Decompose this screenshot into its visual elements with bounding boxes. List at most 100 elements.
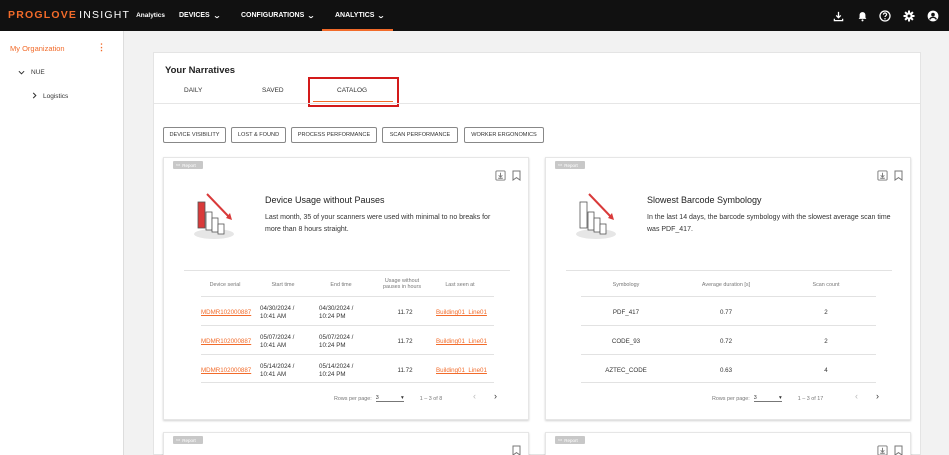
tree-item-label: Logistics	[43, 93, 69, 100]
barcode-symbology-illustration	[576, 193, 616, 239]
rows-per-page-label: Rows per page:	[712, 395, 750, 402]
table-cell: 0.63	[719, 367, 733, 374]
filter-chip-scan-performance[interactable]: SCAN PERFORMANCE	[382, 127, 458, 143]
filter-chip-process-performance[interactable]: PROCESS PERFORMANCE	[291, 127, 377, 143]
chevron-down-icon: ⌄	[212, 12, 221, 20]
table-cell: 05/07/2024 / 10:24 PM	[319, 334, 354, 349]
nav-analytics[interactable]: ANALYTICS ⌄	[335, 0, 385, 31]
narratives-panel: Your Narratives DAILY SAVED CATALOG DEVI…	[153, 52, 921, 455]
nav-analytics-label: ANALYTICS	[335, 12, 375, 19]
device-serial-link[interactable]: MDMR102000887	[201, 309, 251, 317]
column-header: Start time	[271, 282, 295, 288]
bookmark-icon[interactable]	[893, 170, 904, 181]
report-badge: ▭ Report	[555, 161, 585, 169]
narrative-card: ▭ Report	[545, 432, 911, 455]
card-title: Device Usage without Pauses	[265, 195, 385, 205]
download-icon[interactable]	[831, 9, 845, 23]
bell-icon[interactable]	[855, 9, 869, 23]
narrative-card: ▭ Report	[163, 432, 529, 455]
filter-chip-lost-found[interactable]: LOST & FOUND	[231, 127, 286, 143]
rows-per-page-select[interactable]: 3 ▾	[375, 395, 404, 402]
table-cell: CODE_93	[611, 338, 641, 345]
filter-chip-device-visibility[interactable]: DEVICE VISIBILITY	[163, 127, 226, 143]
narrative-card-device-usage: ▭ Report Device Usage without Pauses Last…	[163, 157, 529, 420]
tree-item-nue[interactable]: NUE	[18, 68, 45, 77]
help-icon[interactable]	[878, 9, 892, 23]
pagination: Rows per page: 3 ▾ 1 – 3 of 8	[334, 395, 442, 402]
download-icon[interactable]	[877, 445, 888, 455]
card-description: Last month, 35 of your scanners were use…	[265, 214, 491, 233]
bookmark-icon[interactable]	[511, 445, 522, 455]
filter-chip-worker-ergonomics[interactable]: WORKER ERGONOMICS	[464, 127, 544, 143]
gear-icon[interactable]	[902, 9, 916, 23]
table-cell: 05/07/2024 / 10:41 AM	[260, 334, 295, 349]
dropdown-arrow-icon: ▾	[779, 395, 782, 401]
pagination-range: 1 – 3 of 8	[419, 395, 443, 402]
column-header: Scan count	[812, 282, 840, 288]
table-cell: 2	[824, 309, 828, 316]
organization-link[interactable]: My Organization	[10, 44, 65, 53]
location-link[interactable]: Building01_Line01	[436, 309, 487, 317]
column-header: Last seen at	[445, 282, 475, 288]
location-link[interactable]: Building01_Line01	[436, 367, 487, 375]
tree-item-label: NUE	[31, 69, 45, 76]
rows-per-page-select[interactable]: 3 ▾	[753, 395, 782, 402]
pagination: Rows per page: 3 ▾ 1 – 3 of 17	[712, 395, 823, 402]
account-icon[interactable]	[926, 9, 940, 23]
table-cell: AZTEC_CODE	[605, 367, 647, 374]
report-badge: ▭ Report	[173, 161, 203, 169]
table-divider	[201, 325, 494, 326]
table-cell: PDF_417	[612, 309, 640, 316]
download-icon[interactable]	[495, 170, 506, 181]
table-cell: 2	[824, 338, 828, 345]
chevron-down-icon	[18, 68, 25, 77]
column-header: End time	[330, 282, 352, 288]
nav-devices[interactable]: DEVICES ⌄	[179, 0, 221, 31]
report-badge-label: Report	[182, 162, 196, 168]
table-divider	[201, 354, 494, 355]
report-badge-label: Report	[564, 437, 578, 443]
table-cell: 11.72	[397, 338, 413, 345]
location-link[interactable]: Building01_Line01	[436, 338, 487, 346]
device-serial-link[interactable]: MDMR102000887	[201, 338, 251, 346]
tab-daily[interactable]: DAILY	[184, 87, 202, 94]
nav-devices-label: DEVICES	[179, 12, 210, 19]
table-cell: 4	[824, 367, 828, 374]
card-description: In the last 14 days, the barcode symbolo…	[647, 214, 891, 233]
table-cell: 11.72	[397, 309, 413, 316]
table-cell: 04/30/2024 / 10:24 PM	[319, 305, 354, 320]
bookmark-icon[interactable]	[893, 445, 904, 455]
more-vert-icon[interactable]: ⋮	[97, 43, 106, 52]
tree-item-logistics[interactable]: Logistics	[32, 92, 68, 101]
device-serial-link[interactable]: MDMR102000887	[201, 367, 251, 375]
report-badge-label: Report	[564, 162, 578, 168]
rows-per-page-label: Rows per page:	[334, 395, 372, 402]
report-badge: ▭ Report	[555, 436, 585, 444]
previous-page-icon[interactable]: ‹	[855, 391, 858, 401]
page-title: Your Narratives	[165, 65, 236, 76]
bookmark-icon[interactable]	[511, 170, 522, 181]
column-header: Usage without pauses in hours	[382, 278, 422, 290]
brand-logo[interactable]: PROGLOVE INSIGHT Analytics	[8, 9, 165, 21]
next-page-icon[interactable]: ›	[494, 391, 497, 401]
report-badge-label: Report	[182, 437, 196, 443]
table-divider	[201, 296, 494, 297]
tab-saved[interactable]: SAVED	[262, 87, 284, 94]
table-divider	[184, 270, 510, 271]
report-badge: ▭ Report	[173, 436, 203, 444]
table-cell: 0.77	[719, 309, 733, 316]
brand-sub: Analytics	[136, 12, 166, 19]
chevron-right-icon	[32, 92, 37, 101]
card-title: Slowest Barcode Symbology	[647, 195, 762, 205]
rows-per-page-value: 3	[753, 395, 757, 401]
download-icon[interactable]	[877, 170, 888, 181]
sidebar: My Organization ⋮ NUE Logistics	[0, 31, 124, 455]
nav-configurations-label: CONFIGURATIONS	[241, 12, 305, 19]
table-cell: 0.72	[719, 338, 733, 345]
device-usage-illustration	[194, 193, 234, 239]
table-cell: 05/14/2024 / 10:24 PM	[319, 363, 354, 378]
previous-page-icon[interactable]: ‹	[473, 391, 476, 401]
nav-configurations[interactable]: CONFIGURATIONS ⌄	[241, 0, 315, 31]
next-page-icon[interactable]: ›	[876, 391, 879, 401]
brand-main: PROGLOVE	[8, 9, 78, 21]
